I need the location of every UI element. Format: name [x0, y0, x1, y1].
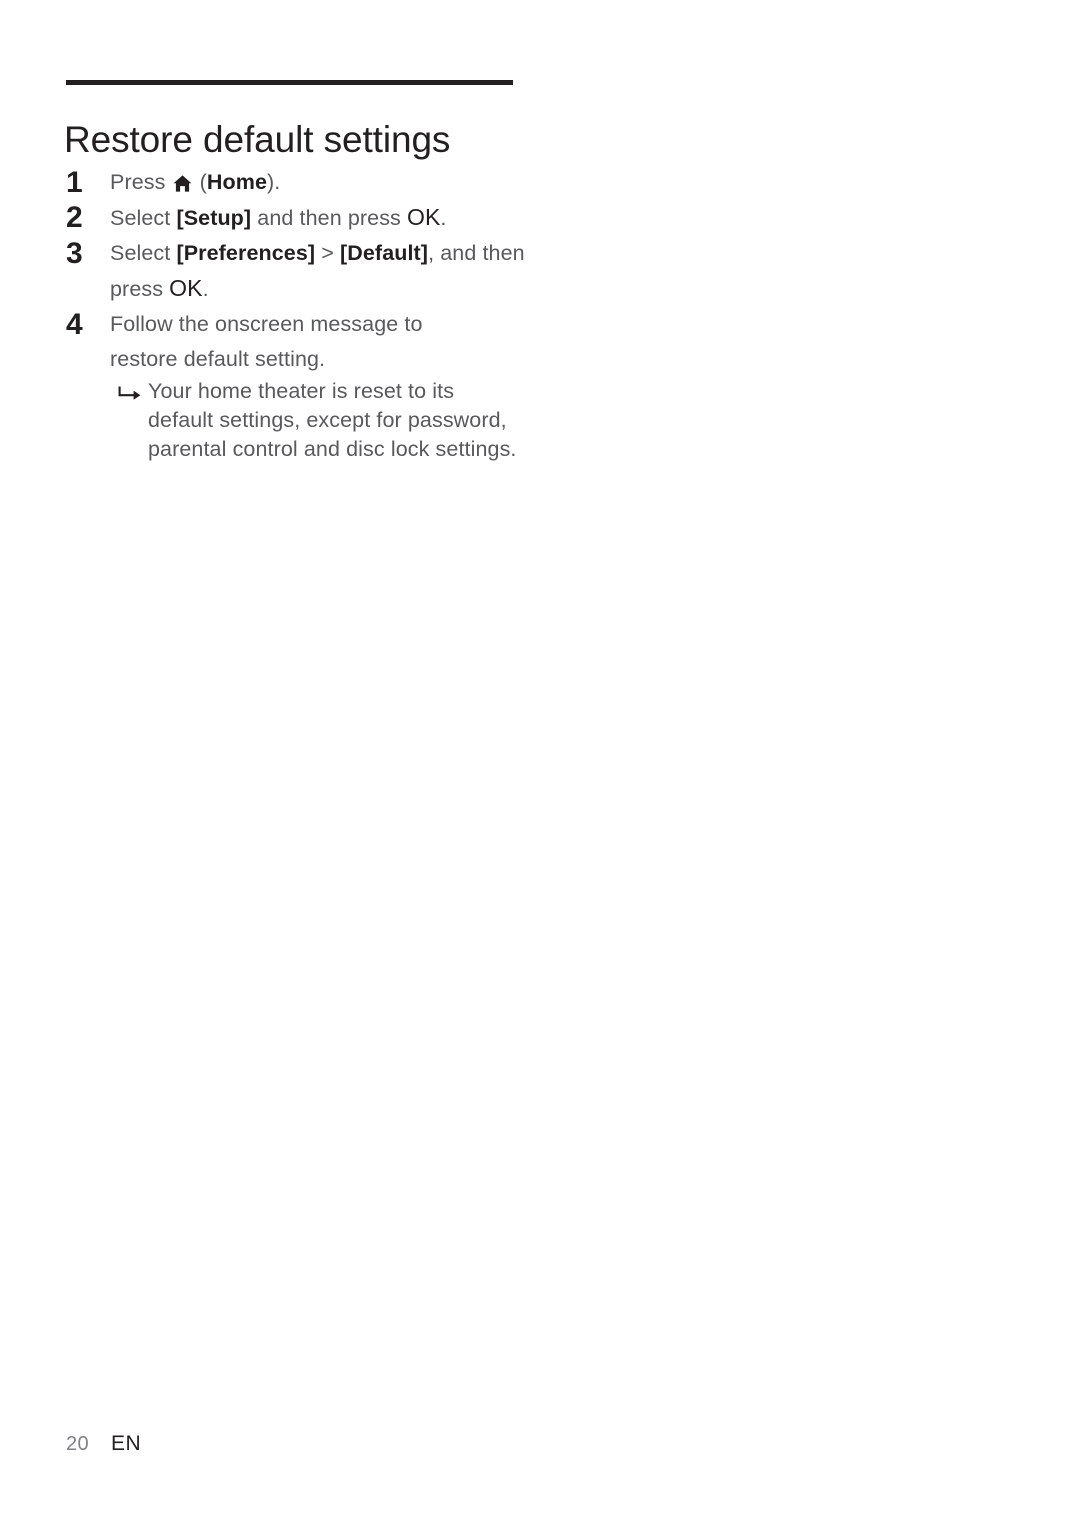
step-text-part: . — [440, 206, 447, 230]
result-note-text: Your home theater is reset to its defaul… — [148, 379, 517, 461]
step-item-4: 4 Follow the onscreen message to restore… — [0, 307, 560, 377]
page-title: Restore default settings — [64, 118, 451, 160]
step-text-part: > — [315, 241, 340, 265]
step-text-part: ). — [267, 170, 281, 194]
step-text-part: Select — [110, 241, 177, 265]
step-text-part: and then press — [251, 206, 407, 230]
menu-item-setup: [Setup] — [176, 206, 252, 230]
step-text: Follow the onscreen message to restore d… — [110, 312, 423, 371]
step-emphasis: Home — [206, 170, 268, 194]
step-text: Select [Setup] and then press OK. — [110, 200, 560, 236]
footer-language-code: EN — [111, 1432, 142, 1455]
step-item-3: 3 Select [Preferences] > [Default], and … — [0, 236, 560, 307]
footer-page-number: 20 — [66, 1433, 90, 1455]
section-rule-divider — [66, 80, 513, 85]
step-text: Press (Home). — [110, 165, 560, 200]
step-item-1: 1 Press (Home). — [0, 165, 560, 200]
step-text-part: ( — [193, 170, 207, 194]
step-number: 1 — [66, 166, 83, 199]
ok-key-label: OK — [169, 275, 203, 301]
ok-key-label: OK — [406, 204, 441, 230]
result-note-item: Your home theater is reset to its defaul… — [110, 377, 560, 464]
step-number: 2 — [66, 201, 83, 234]
steps-list: 1 Press (Home). 2 Select [Setup] and the… — [0, 165, 560, 464]
step-text-part: . — [202, 277, 209, 301]
menu-item-preferences: [Preferences] — [176, 241, 316, 265]
home-icon — [173, 175, 192, 192]
result-arrow-icon — [118, 385, 142, 403]
step-text: Select [Preferences] > [Default], and th… — [110, 236, 560, 307]
menu-item-default: [Default] — [339, 241, 429, 265]
step-text-part: Press — [110, 170, 172, 194]
result-note-list: Your home theater is reset to its defaul… — [0, 377, 560, 464]
step-number: 4 — [66, 308, 83, 341]
step-item-2: 2 Select [Setup] and then press OK. — [0, 200, 560, 236]
manual-page: Restore default settings 1 Press (Home).… — [0, 0, 1080, 1527]
page-footer: 20 EN — [66, 1432, 141, 1456]
step-text-part: Select — [110, 206, 177, 230]
step-number: 3 — [66, 237, 83, 270]
